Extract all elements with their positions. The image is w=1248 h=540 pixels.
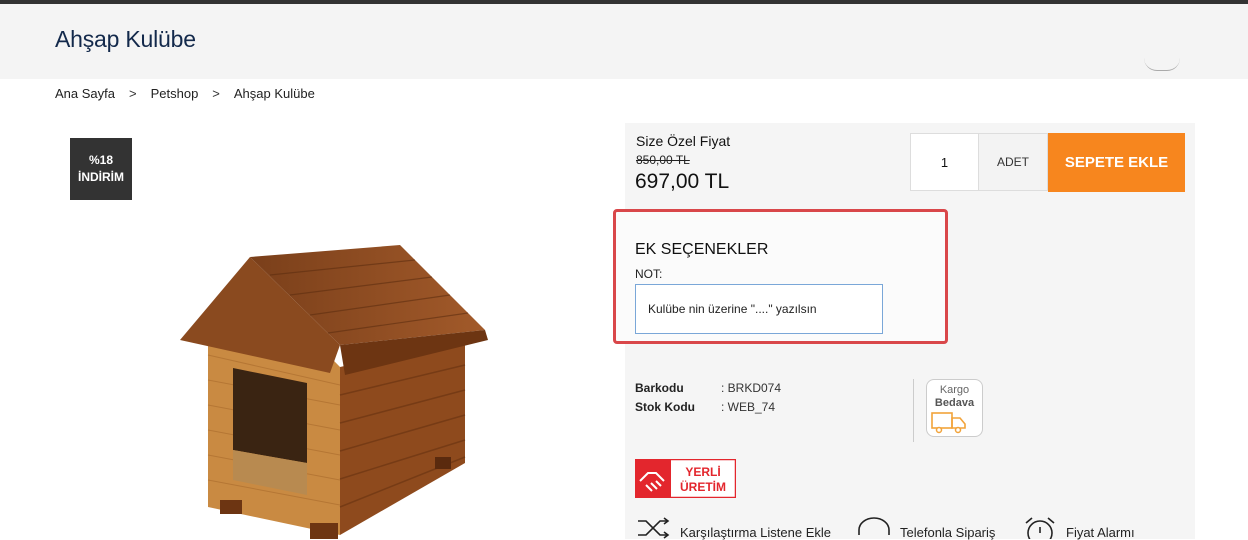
current-price: 697,00 TL <box>635 170 730 193</box>
stock-code-row: Stok Kodu : WEB_74 <box>635 400 775 414</box>
local-production-badge: YERLİ ÜRETİM <box>635 459 736 498</box>
breadcrumb-separator: > <box>129 86 137 101</box>
options-title: EK SEÇENEKLER <box>635 241 769 258</box>
free-shipping-line1: Kargo <box>939 384 970 396</box>
unit-selector[interactable]: ADET <box>979 133 1048 191</box>
barcode-value: : BRKD074 <box>721 381 782 395</box>
stock-code-value: : WEB_74 <box>721 400 776 414</box>
phone-order-action[interactable]: Telefonla Sipariş <box>856 517 995 540</box>
add-to-cart-button[interactable]: SEPETE EKLE <box>1048 133 1185 192</box>
breadcrumb-separator: > <box>212 86 220 101</box>
divider <box>913 379 914 442</box>
discount-badge: %18 İNDİRİM <box>70 138 132 200</box>
free-shipping-badge: Kargo Bedava <box>926 379 983 437</box>
alarm-clock-icon <box>1025 517 1055 539</box>
phone-order-label: Telefonla Sipariş <box>900 525 996 540</box>
local-line2: ÜRETİM <box>680 479 726 494</box>
truck-icon <box>931 412 966 434</box>
breadcrumb-current[interactable]: Ahşap Kulübe <box>234 86 315 101</box>
local-line1: YERLİ <box>685 464 720 479</box>
page-title: Ahşap Kulübe <box>55 26 196 52</box>
compare-action[interactable]: Karşılaştırma Listene Ekle <box>636 517 831 540</box>
discount-label: İNDİRİM <box>78 170 124 184</box>
stock-code-label: Stok Kodu <box>635 400 695 414</box>
price-alarm-label: Fiyat Alarmı <box>1066 525 1135 540</box>
old-price: 850,00 TL <box>636 153 690 167</box>
free-shipping-line2: Bedava <box>934 397 975 409</box>
breadcrumb: Ana Sayfa > Petshop > Ahşap Kulübe <box>55 86 315 101</box>
barcode-label: Barkodu <box>635 381 684 395</box>
breadcrumb-home[interactable]: Ana Sayfa <box>55 86 115 101</box>
barcode-row: Barkodu : BRKD074 <box>635 381 781 395</box>
product-image[interactable] <box>160 245 500 539</box>
price-alarm-action[interactable]: Fiyat Alarmı <box>1022 517 1135 540</box>
breadcrumb-petshop[interactable]: Petshop <box>151 86 199 101</box>
page-header: Ahşap Kulübe <box>0 4 1248 79</box>
scroll-indicator[interactable] <box>1144 58 1180 71</box>
headset-icon <box>858 517 890 535</box>
note-label: NOT: <box>635 267 663 281</box>
discount-percent: %18 <box>88 153 114 167</box>
shuffle-icon <box>638 517 670 539</box>
quantity-input[interactable]: 1 <box>910 133 979 191</box>
price-label: Size Özel Fiyat <box>636 133 731 149</box>
bottom-actions: Karşılaştırma Listene Ekle Telefonla Sip… <box>636 517 1196 540</box>
compare-label: Karşılaştırma Listene Ekle <box>680 525 832 540</box>
note-input[interactable] <box>635 284 883 334</box>
